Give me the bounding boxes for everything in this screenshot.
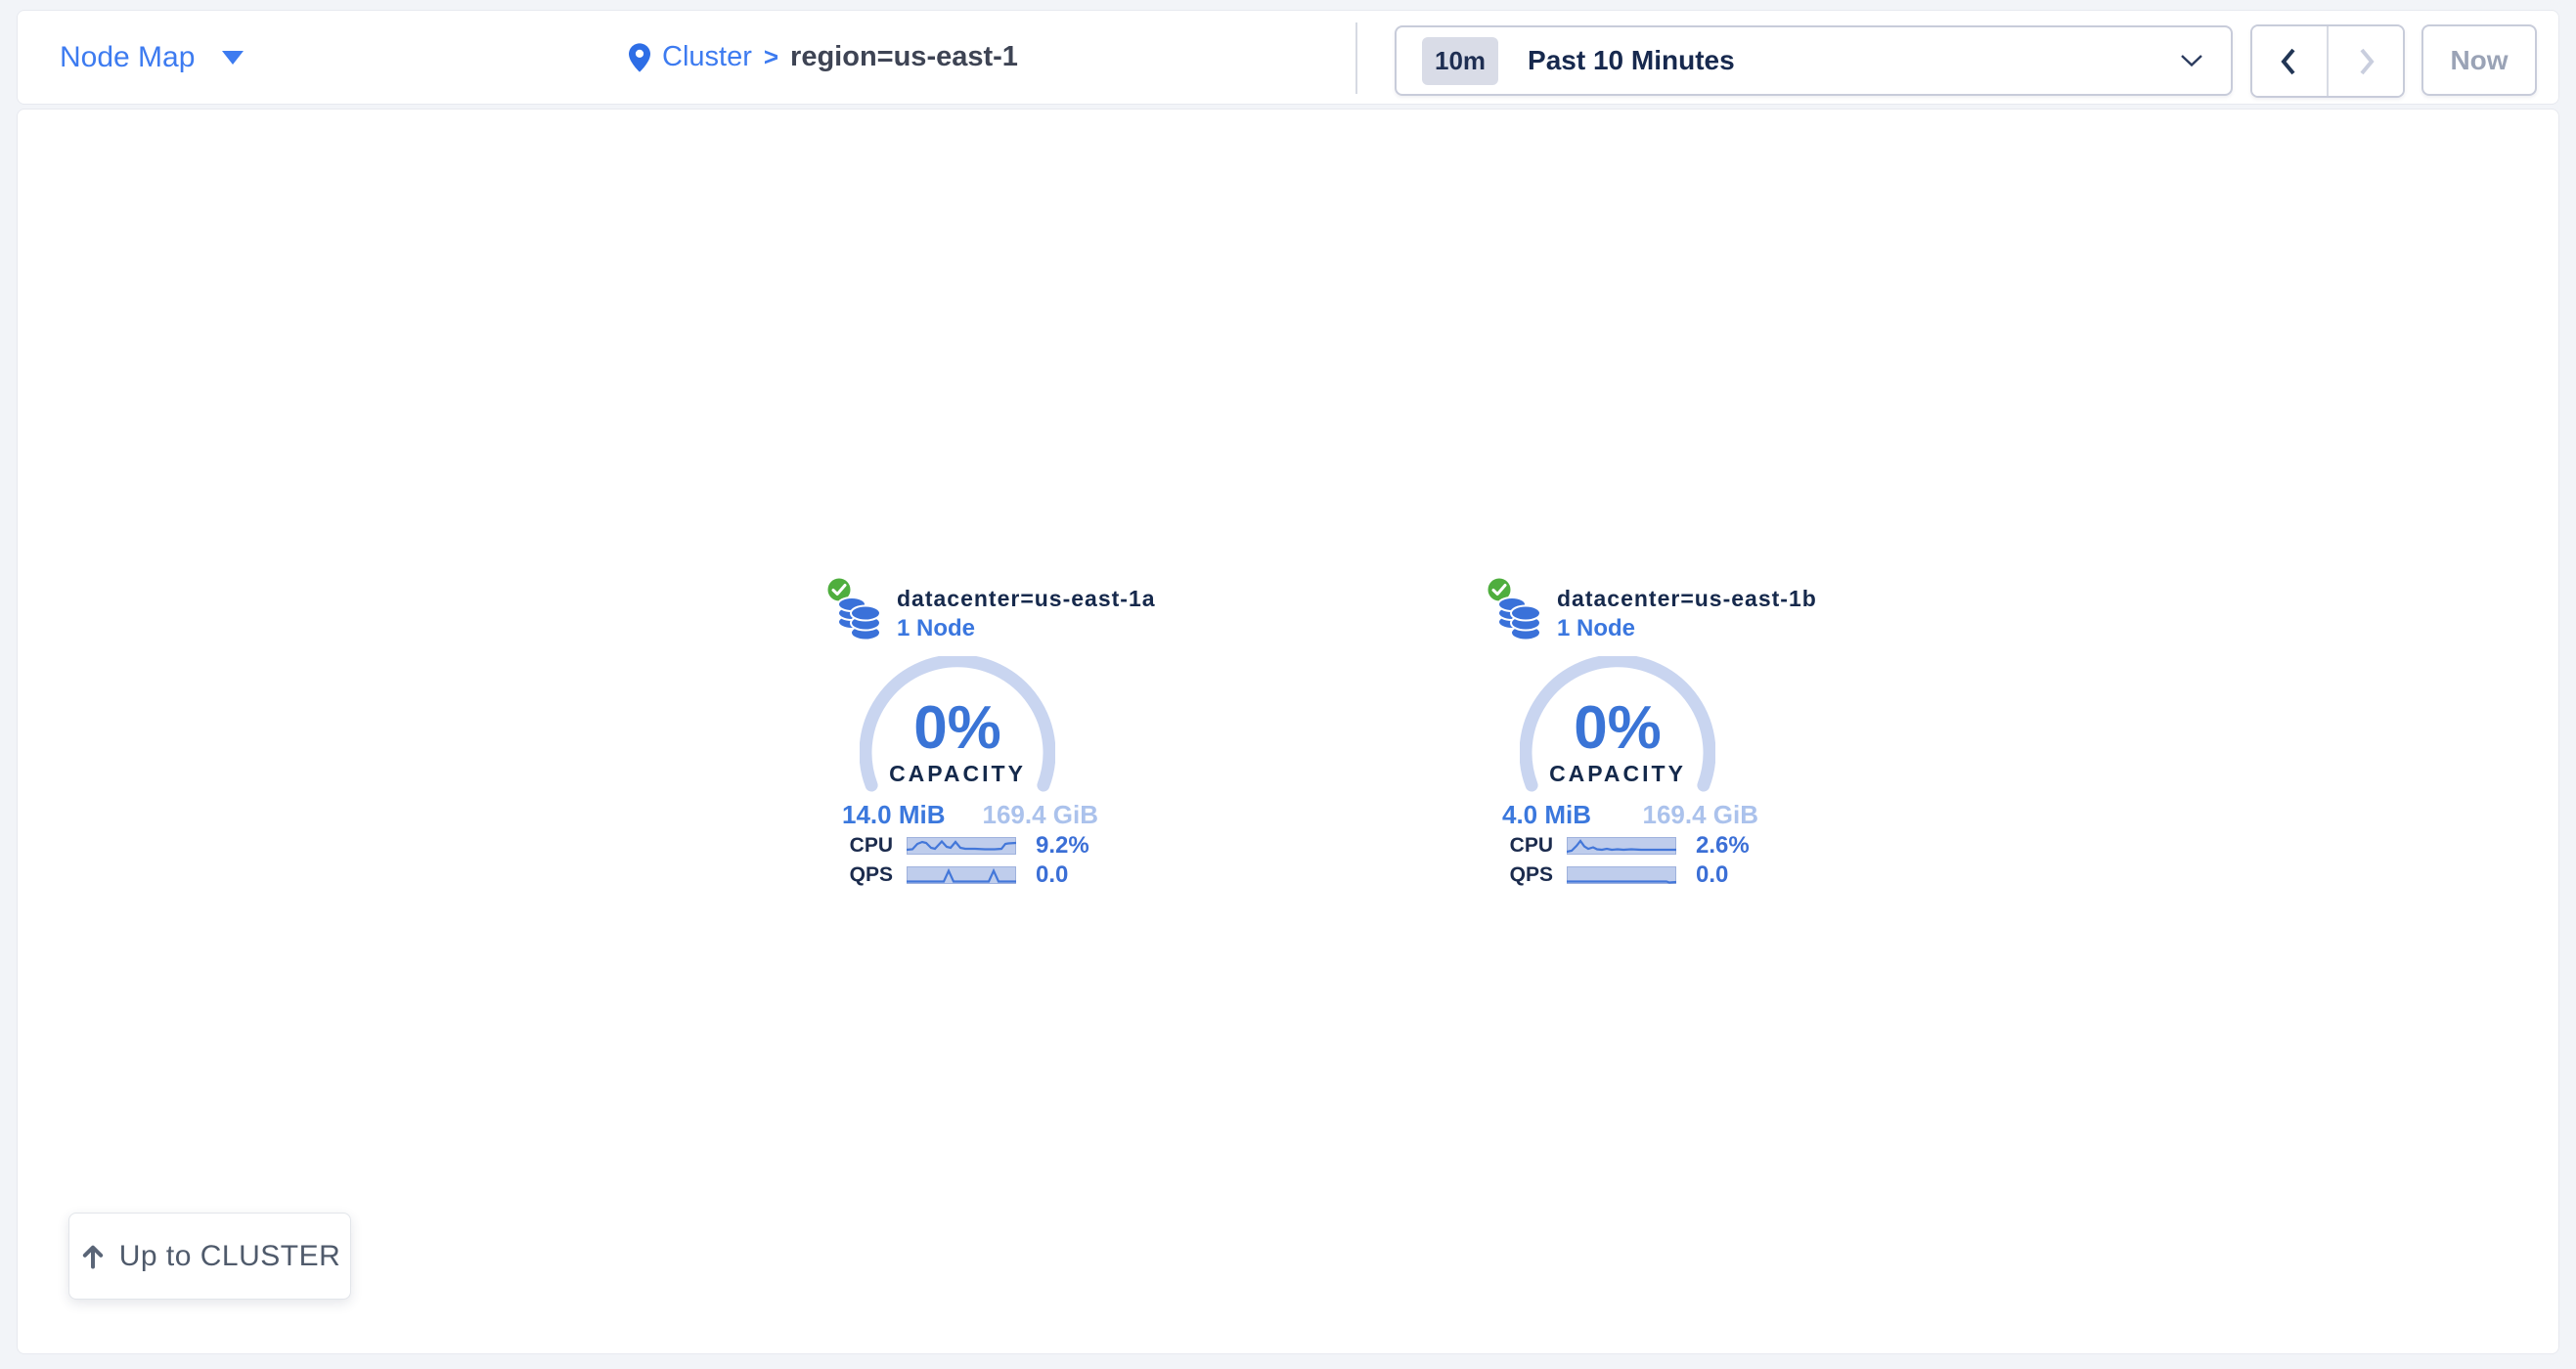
qps-value: 0.0 [1696,864,1728,886]
qps-value: 0.0 [1036,864,1068,886]
capacity-row: 4.0 MiB 169.4 GiB [1502,800,1758,830]
chevron-left-icon [2279,47,2300,76]
qps-label: QPS [822,864,893,886]
locality-card-us-east-1a[interactable]: datacenter=us-east-1a 1 Node 0% CAPACITY… [822,573,1116,898]
breadcrumb: Cluster > region=us-east-1 [629,11,1018,104]
cpu-metric-row: CPU 2.6% [1483,835,1776,857]
locality-node-count[interactable]: 1 Node [897,615,975,642]
capacity-total: 169.4 GiB [1642,800,1758,830]
capacity-percent: 0% [1520,698,1715,759]
chevron-down-icon [2180,54,2203,67]
cpu-metric-row: CPU 9.2% [822,835,1116,857]
cpu-sparkline [1567,837,1676,855]
time-now-button[interactable]: Now [2421,24,2537,96]
capacity-total: 169.4 GiB [982,800,1098,830]
up-to-cluster-button[interactable]: Up to CLUSTER [68,1213,351,1300]
capacity-used: 4.0 MiB [1502,800,1591,830]
breadcrumb-current: region=us-east-1 [790,41,1018,73]
capacity-caption: CAPACITY [860,763,1055,785]
capacity-caption: CAPACITY [1520,763,1715,785]
header-divider [1355,22,1357,94]
time-range-badge: 10m [1422,37,1498,85]
breadcrumb-separator: > [764,42,778,72]
time-step-buttons [2250,24,2405,98]
qps-sparkline [907,866,1016,884]
chevron-right-icon [2355,47,2376,76]
qps-sparkline [1567,866,1676,884]
time-range-selector[interactable]: 10m Past 10 Minutes [1395,25,2233,96]
database-stack-icon [1496,593,1541,641]
capacity-percent: 0% [860,698,1055,759]
time-prev-button[interactable] [2252,26,2329,96]
time-range-label: Past 10 Minutes [1528,45,1735,76]
up-to-cluster-label: Up to CLUSTER [119,1240,341,1273]
database-stack-icon [836,593,881,641]
locality-card-us-east-1b[interactable]: datacenter=us-east-1b 1 Node 0% CAPACITY… [1483,573,1776,898]
breadcrumb-cluster-link[interactable]: Cluster [662,41,752,73]
view-selector-dropdown[interactable]: Node Map [60,11,244,104]
capacity-row: 14.0 MiB 169.4 GiB [842,800,1098,830]
view-selector-label: Node Map [60,41,195,74]
topbar: Node Map Cluster > region=us-east-1 10m … [17,10,2559,105]
qps-metric-row: QPS 0.0 [1483,864,1776,886]
locality-name: datacenter=us-east-1b [1557,586,1817,611]
cpu-value: 2.6% [1696,835,1750,857]
cpu-value: 9.2% [1036,835,1089,857]
qps-label: QPS [1483,864,1553,886]
node-map-canvas: datacenter=us-east-1a 1 Node 0% CAPACITY… [17,109,2559,1354]
locality-node-count[interactable]: 1 Node [1557,615,1635,642]
cpu-label: CPU [1483,835,1553,857]
node-map-page: Node Map Cluster > region=us-east-1 10m … [0,0,2576,1369]
cpu-label: CPU [822,835,893,857]
locality-name: datacenter=us-east-1a [897,586,1156,611]
arrow-up-icon [79,1243,107,1270]
time-next-button[interactable] [2329,26,2403,96]
cpu-sparkline [907,837,1016,855]
map-pin-icon [629,43,650,72]
capacity-used: 14.0 MiB [842,800,946,830]
caret-down-icon [222,51,244,65]
qps-metric-row: QPS 0.0 [822,864,1116,886]
